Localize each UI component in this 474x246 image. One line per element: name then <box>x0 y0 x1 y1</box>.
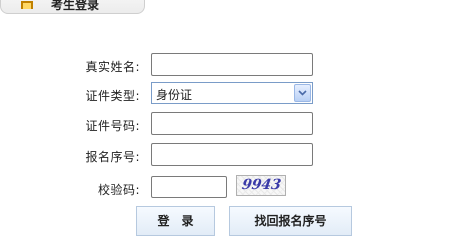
captcha-image-text: 9943 <box>240 177 283 193</box>
id-number-label: 证件号码: <box>85 119 140 133</box>
name-label: 真实姓名: <box>85 60 140 74</box>
captcha-input[interactable] <box>151 176 227 198</box>
captcha-label: 校验码: <box>97 183 140 197</box>
id-type-label: 证件类型: <box>85 89 140 103</box>
id-type-value: 身份证 <box>156 88 193 102</box>
tab-title: 考生登录 <box>51 0 100 12</box>
reg-number-label: 报名序号: <box>85 150 140 164</box>
reg-number-row: 报名序号: <box>0 143 474 167</box>
login-button[interactable]: 登录 <box>136 206 215 236</box>
id-number-row: 证件号码: <box>0 112 474 136</box>
user-icon <box>21 1 33 9</box>
name-row: 真实姓名: <box>0 53 474 77</box>
id-number-input[interactable] <box>151 112 313 135</box>
id-type-select[interactable]: 身份证 <box>151 82 313 104</box>
captcha-row: 校验码: 9943 <box>0 175 474 200</box>
name-input[interactable] <box>151 53 313 76</box>
id-type-row: 证件类型: 身份证 <box>0 82 474 106</box>
captcha-image[interactable]: 9943 <box>236 175 286 196</box>
chevron-down-icon[interactable] <box>294 84 311 102</box>
header-tab: 考生登录 <box>0 0 145 14</box>
recover-reg-number-button[interactable]: 找回报名序号 <box>229 206 352 236</box>
reg-number-input[interactable] <box>151 143 313 166</box>
